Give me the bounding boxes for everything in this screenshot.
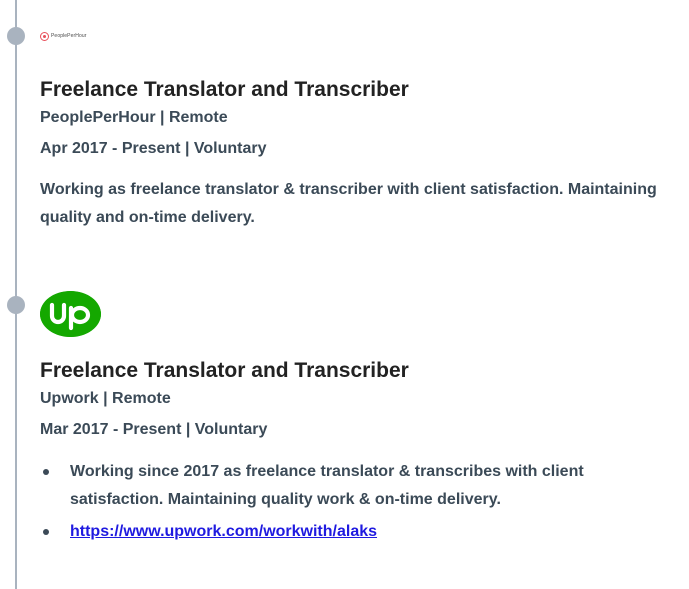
employment-dates: Apr 2017 - Present | Voluntary — [40, 140, 267, 157]
job-title: Freelance Translator and Transcriber — [40, 359, 409, 382]
company-location: PeoplePerHour | Remote — [40, 109, 228, 126]
upwork-logo-icon — [40, 291, 101, 337]
experience-timeline: PeoplePerHour Freelance Translator and T… — [0, 0, 689, 589]
employment-dates: Mar 2017 - Present | Voluntary — [40, 421, 268, 438]
timeline-dot — [7, 296, 25, 314]
job-title: Freelance Translator and Transcriber — [40, 78, 409, 101]
company-location: Upwork | Remote — [40, 390, 171, 407]
peopleperhour-mark-icon — [40, 31, 49, 41]
experience-entry-peopleperhour: PeoplePerHour Freelance Translator and T… — [40, 28, 680, 232]
peopleperhour-logo-icon: PeoplePerHour — [40, 28, 680, 44]
list-item: Working since 2017 as freelance translat… — [40, 458, 680, 514]
list-item: https://www.upwork.com/workwith/alaks — [40, 518, 680, 546]
job-description: Working as freelance translator & transc… — [40, 181, 657, 226]
job-highlights-list: Working since 2017 as freelance translat… — [40, 458, 680, 546]
timeline-line — [15, 0, 17, 589]
upwork-profile-link[interactable]: https://www.upwork.com/workwith/alaks — [70, 523, 377, 540]
peopleperhour-logo-text: PeoplePerHour — [51, 33, 87, 39]
timeline-dot — [7, 27, 25, 45]
experience-entry-upwork: Freelance Translator and Transcriber Upw… — [40, 291, 680, 546]
